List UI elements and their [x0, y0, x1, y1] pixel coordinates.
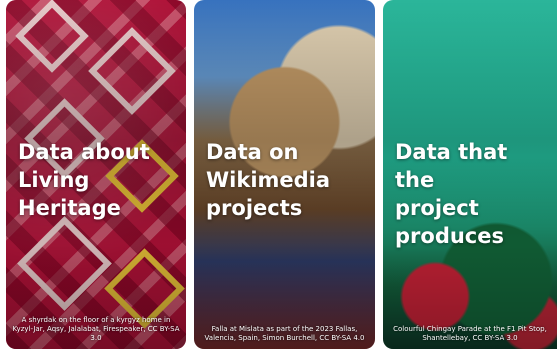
card-title: Data that the project produces: [395, 140, 508, 248]
card-gallery: Data about Living Heritage A shyrdak on …: [0, 0, 557, 349]
image-credit: Colourful Chingay Parade at the F1 Pit S…: [393, 325, 547, 342]
image-credit: A shyrdak on the floor of a kyrgyz home …: [12, 316, 180, 342]
card-project-data[interactable]: Data that the project produces Colourful…: [383, 0, 557, 349]
card-wikimedia-projects[interactable]: Data on Wikimedia projects Falla at Misl…: [194, 0, 375, 349]
image-credit: Falla at Mislata as part of the 2023 Fal…: [204, 325, 365, 342]
card-living-heritage[interactable]: Data about Living Heritage A shyrdak on …: [6, 0, 186, 349]
card-title: Data on Wikimedia projects: [206, 140, 331, 220]
card-title: Data about Living Heritage: [18, 140, 150, 220]
